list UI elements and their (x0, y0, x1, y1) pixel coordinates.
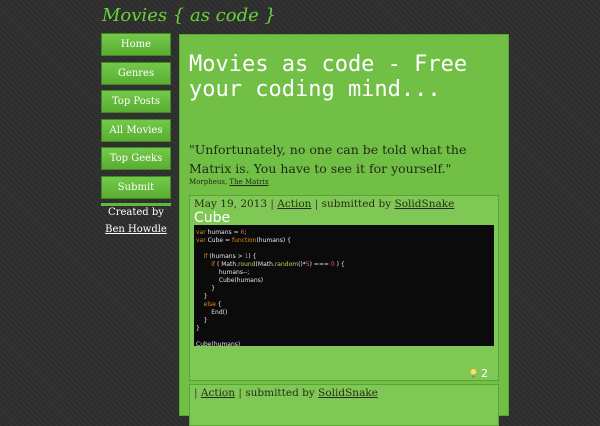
meta-separator: | (238, 387, 242, 399)
author-link[interactable]: Ben Howdle (101, 221, 171, 238)
like-count: 2 (481, 367, 488, 380)
code-line: Cube(humans) (196, 277, 264, 284)
code-line: End() (196, 309, 228, 316)
post-title[interactable]: Cube (194, 210, 230, 226)
submitted-by-label: submitted by (245, 387, 315, 399)
code-line: Cube(humans) (196, 341, 241, 346)
post-genre-link[interactable]: Action (201, 387, 235, 399)
code-line: if ( Math.round(Math.random()*5) === 0 )… (211, 261, 345, 268)
created-by-label: Created by (108, 207, 164, 218)
post-author-link[interactable]: SolidSnake (318, 387, 378, 399)
code-line: var humans = 6; (196, 229, 247, 236)
nav-top-geeks-button[interactable]: Top Geeks (101, 147, 171, 170)
post-author-link[interactable]: SolidSnake (395, 198, 455, 210)
quote-speaker: Morpheus, (189, 178, 228, 186)
main-nav: Home Genres Top Posts All Movies Top Gee… (101, 33, 171, 206)
code-line: } (196, 285, 216, 292)
nav-top-posts-button[interactable]: Top Posts (101, 90, 171, 113)
quote-attribution: Morpheus, The Matrix (189, 178, 269, 186)
post-meta: May 19, 2013 | Action | submitted by Sol… (194, 198, 454, 210)
nav-genres-button[interactable]: Genres (101, 61, 171, 85)
meta-separator: | (314, 198, 319, 210)
like-counter[interactable]: 2 (469, 367, 488, 380)
quote-movie-link[interactable]: The Matrix (229, 178, 268, 186)
meta-separator: | (194, 387, 198, 399)
page-title: Movies as code - Free your coding mind..… (189, 52, 468, 102)
code-line: } (196, 293, 208, 300)
code-line: else { (203, 301, 222, 308)
movie-quote: "Unfortunately, no one can be told what … (189, 142, 467, 176)
code-line: humans--; (196, 269, 250, 276)
meta-separator: | (270, 198, 274, 210)
post-card: | Action | submitted by SolidSnake (189, 384, 499, 426)
post-meta: | Action | submitted by SolidSnake (194, 387, 378, 399)
site-title[interactable]: Movies { as code } (102, 5, 276, 26)
code-line: } (196, 325, 200, 332)
main-content: Movies as code - Free your coding mind..… (179, 34, 509, 426)
submitted-by-label: submitted by (321, 198, 392, 210)
created-by-block: Created by Ben Howdle (101, 204, 171, 238)
code-line: } (196, 317, 208, 324)
post-card: May 19, 2013 | Action | submitted by Sol… (189, 195, 499, 381)
code-block: var humans = 6; var Cube = function(human… (194, 225, 494, 346)
code-line: if (humans > 1) { (203, 253, 257, 260)
nav-all-movies-button[interactable]: All Movies (101, 118, 171, 142)
nav-home-button[interactable]: Home (101, 33, 171, 56)
nav-submit-button[interactable]: Submit (101, 175, 171, 199)
post-genre-link[interactable]: Action (277, 198, 311, 210)
code-line: var Cube = function(humans) { (196, 237, 291, 244)
post-date: May 19, 2013 (194, 198, 268, 210)
lightbulb-icon (469, 368, 477, 378)
